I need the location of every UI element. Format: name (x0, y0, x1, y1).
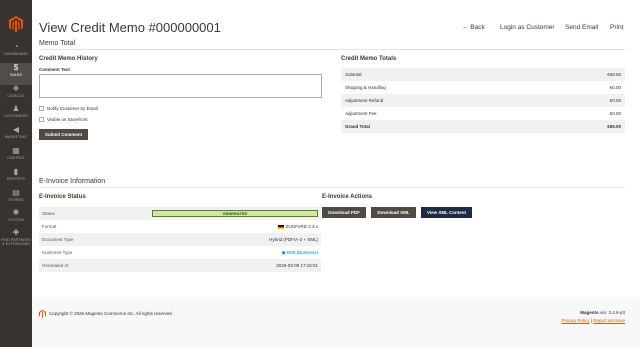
sidebar-item-catalog[interactable]: ❖ CATALOG (0, 84, 32, 106)
page-title: View Credit Memo #000000001 (39, 20, 221, 35)
content-icon: ▦ (12, 146, 20, 155)
back-button[interactable]: ← Back (462, 24, 485, 31)
link-separator: | (590, 318, 592, 323)
sidebar-item-label: STORES (8, 198, 24, 202)
format-row: Format ZUGFeRD 2.3.x (39, 220, 321, 233)
credit-memo-totals-title: Credit Memo Totals (341, 56, 397, 62)
send-email-button[interactable]: Send Email (565, 24, 598, 31)
customer-type-value: ▣ B2B (Business) (281, 246, 318, 259)
sidebar-item-label: SYSTEM (8, 218, 24, 222)
sidebar-item-stores[interactable]: ▤ STORES (0, 188, 32, 210)
totals-label: Adjustment Refund (345, 98, 384, 103)
sidebar-item-label: CATALOG (7, 94, 25, 98)
visible-on-storefront-checkbox[interactable] (39, 117, 44, 122)
page-footer: Copyright © 2026 Magento Commerce Inc. A… (32, 298, 640, 347)
download-xml-button[interactable]: Download XML (371, 207, 416, 218)
privacy-policy-link[interactable]: Privacy Policy (562, 318, 590, 323)
comment-text-input[interactable] (39, 74, 322, 98)
einvoice-actions-title: E-Invoice Actions (322, 194, 373, 200)
report-issue-link[interactable]: Report an Issue (593, 318, 625, 323)
store-icon: ▤ (12, 188, 20, 197)
sidebar-item-label: CONTENT (6, 156, 26, 160)
totals-value: €69.00 (607, 124, 621, 129)
notify-customer-label: Notify Customer by Email (47, 106, 98, 111)
totals-value: €0.00 (609, 111, 621, 116)
sidebar-item-reports[interactable]: ▮ REPORTS (0, 167, 32, 189)
document-type-label: Document Type (42, 237, 74, 242)
login-as-customer-button[interactable]: Login as Customer (500, 24, 555, 31)
document-type-row: Document Type Hybrid (PDF/A-3 + XML) (39, 233, 321, 246)
totals-label: Shipping & Handling (345, 85, 386, 90)
sidebar-item-label: FIND PARTNERS & EXTENSIONS (1, 238, 31, 246)
einvoice-status-title: E-Invoice Status (39, 194, 86, 200)
bar-chart-icon: ▮ (13, 167, 19, 176)
puzzle-icon: ✚ (12, 228, 20, 237)
einvoice-section-title: E-Invoice Information (39, 178, 106, 185)
sidebar-item-label: CUSTOMERS (4, 114, 28, 118)
totals-value: €0.00 (609, 85, 621, 90)
sidebar-item-customers[interactable]: ♟ CUSTOMERS (0, 104, 32, 126)
cube-icon: ❖ (12, 84, 20, 93)
totals-row: Subtotal €69.00 (341, 68, 625, 81)
sidebar-item-system[interactable]: ✱ SYSTEM (0, 208, 32, 230)
generated-at-value: 2026-03-09 17:16:01 (276, 263, 318, 268)
view-xml-content-button[interactable]: View XML Content (421, 207, 472, 218)
sidebar-item-label: DASHBOARD (4, 52, 28, 56)
admin-sidebar: ◔ DASHBOARD $ SALES ❖ CATALOG ♟ CUSTOMER… (0, 0, 32, 347)
sidebar-item-content[interactable]: ▦ CONTENT (0, 146, 32, 168)
megaphone-icon: ◀ (12, 125, 20, 134)
customer-type-row: Customer Type ▣ B2B (Business) (39, 246, 321, 259)
footer-links: Privacy Policy | Report an Issue (562, 318, 626, 323)
brand-name: Magento (580, 310, 599, 315)
dollar-icon: $ (13, 63, 19, 72)
totals-label: Subtotal (345, 72, 362, 77)
divider (39, 187, 625, 188)
format-value: ZUGFeRD 2.3.x (277, 220, 318, 233)
generated-at-row: Generated At 2026-03-09 17:16:01 (39, 259, 321, 272)
totals-value: €69.00 (607, 72, 621, 77)
comment-text-label: Comment Text (39, 67, 70, 72)
totals-row: Adjustment Fee €0.00 (341, 107, 625, 120)
print-button[interactable]: Print (610, 24, 623, 31)
totals-label: Adjustment Fee (345, 111, 377, 116)
submit-comment-button[interactable]: Submit Comment (39, 129, 88, 140)
dashboard-icon: ◔ (13, 42, 19, 51)
person-icon: ♟ (12, 104, 20, 113)
document-type-value: Hybrid (PDF/A-3 + XML) (269, 237, 318, 242)
gear-icon: ✱ (12, 208, 20, 217)
version-text: ver. 2.4.8-p3 (599, 310, 625, 315)
sidebar-item-label: MARKETING (4, 135, 28, 139)
notify-customer-checkbox[interactable] (39, 106, 44, 111)
customer-type-text: B2B (Business) (286, 250, 318, 255)
download-pdf-button[interactable]: Download PDF (322, 207, 366, 218)
sidebar-item-label: REPORTS (6, 177, 25, 181)
divider (39, 49, 625, 50)
customer-type-label: Customer Type (42, 250, 73, 255)
status-label: Status (42, 211, 55, 216)
visible-on-storefront-label: Visible on Storefront (47, 117, 88, 122)
copyright-text: Copyright © 2026 Magento Commerce Inc. A… (49, 311, 173, 316)
sidebar-item-dashboard[interactable]: ◔ DASHBOARD (0, 42, 32, 64)
magento-logo-icon (39, 310, 46, 318)
magento-logo-icon[interactable] (9, 16, 23, 32)
format-text: ZUGFeRD 2.3.x (285, 224, 318, 229)
sidebar-item-label: SALES (9, 73, 23, 77)
credit-memo-history-title: Credit Memo History (39, 56, 98, 62)
status-row: Status GENERATED (39, 207, 321, 220)
grand-total-row: Grand Total €69.00 (341, 120, 625, 133)
totals-label: Grand Total (345, 124, 370, 129)
memo-total-title: Memo Total (39, 40, 76, 47)
sidebar-item-partners[interactable]: ✚ FIND PARTNERS & EXTENSIONS (0, 228, 32, 250)
sidebar-item-sales[interactable]: $ SALES (0, 63, 32, 85)
format-label: Format (42, 224, 57, 229)
sidebar-item-marketing[interactable]: ◀ MARKETING (0, 125, 32, 147)
status-badge: GENERATED (152, 210, 318, 217)
version-info: Magento ver. 2.4.8-p3 (580, 310, 625, 315)
totals-row: Adjustment Refund €0.00 (341, 94, 625, 107)
totals-row: Shipping & Handling €0.00 (341, 81, 625, 94)
german-flag-icon (277, 224, 284, 229)
totals-value: €0.00 (609, 98, 621, 103)
generated-at-label: Generated At (42, 263, 69, 268)
